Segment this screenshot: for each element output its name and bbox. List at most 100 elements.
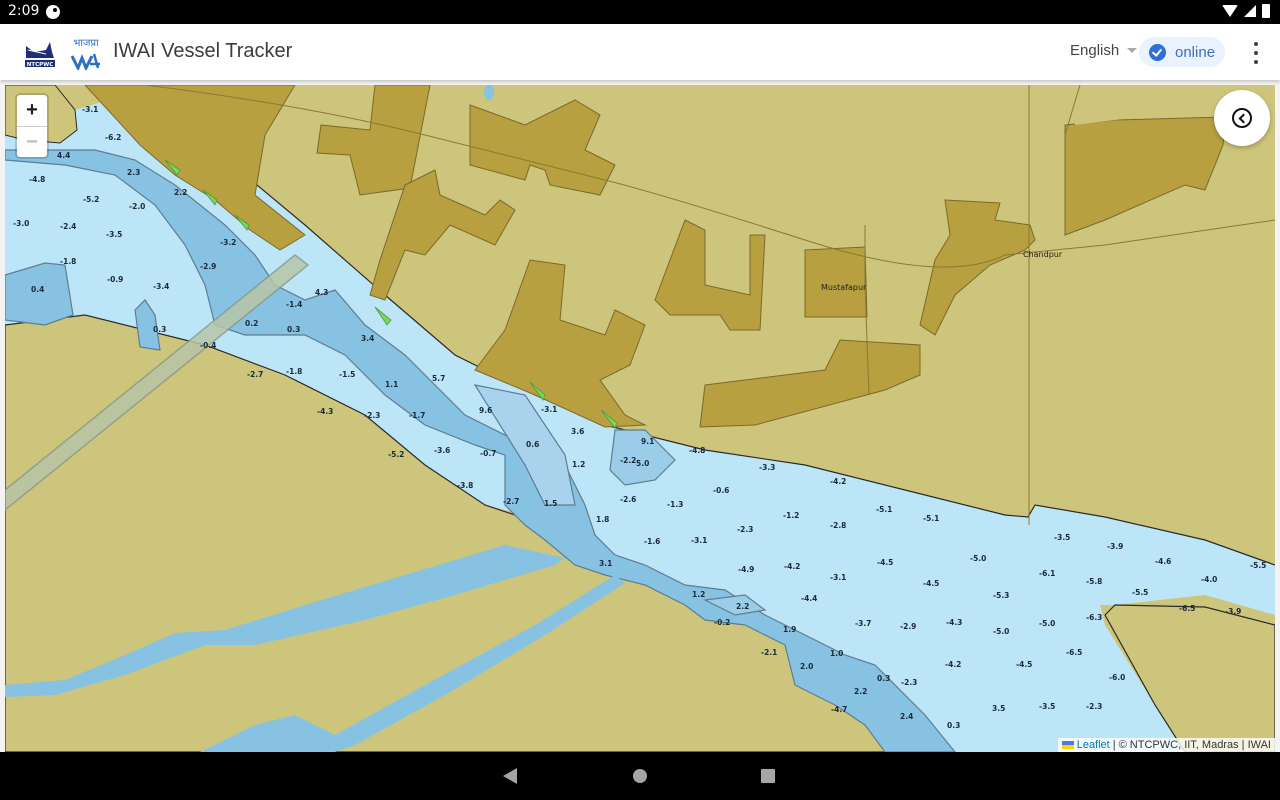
depth-sounding: -2.7: [247, 370, 263, 379]
status-time: 2:09: [8, 3, 40, 19]
depth-sounding: -1.3: [667, 500, 683, 509]
depth-sounding: -3.9: [1107, 542, 1123, 551]
depth-sounding: -3.1: [830, 573, 846, 582]
depth-sounding: 3.5: [992, 704, 1005, 713]
depth-sounding: -5.0: [1039, 619, 1055, 628]
dot: [1254, 60, 1258, 64]
dropdown-caret-icon: [1127, 48, 1138, 53]
depth-sounding: -1.8: [60, 257, 76, 266]
depth-sounding: -5.2: [388, 450, 404, 459]
depth-sounding: 0.3: [153, 325, 166, 334]
wifi-icon: [1222, 5, 1238, 17]
depth-sounding: -5.1: [923, 514, 939, 523]
zoom-in-button[interactable]: +: [17, 95, 47, 126]
depth-sounding: 0.6: [526, 440, 539, 449]
depth-sounding: 1.8: [596, 515, 609, 524]
depth-sounding: -0.7: [480, 449, 496, 458]
map-view[interactable]: -3.1 -6.2 4.4 -4.8 2.3 2.2 -5.2 -2.0 -3.0 -2.4 -3.…: [5, 85, 1275, 752]
depth-sounding: -2.0: [129, 202, 145, 211]
depth-sounding: -1.7: [409, 411, 425, 420]
depth-sounding: 9.1: [641, 437, 654, 446]
depth-sounding: -5.5: [1250, 561, 1266, 570]
depth-sounding: -2.6: [620, 495, 636, 504]
dot: [1254, 51, 1258, 55]
depth-sounding: -5.1: [876, 505, 892, 514]
depth-sounding: 5.7: [432, 374, 445, 383]
depth-sounding: 2.4: [900, 712, 913, 721]
depth-sounding: -1.2: [783, 511, 799, 520]
home-button[interactable]: [633, 769, 647, 783]
depth-sounding: -2.4: [60, 222, 76, 231]
depth-sounding: 3.4: [361, 334, 374, 343]
depth-sounding: -3.5: [1054, 533, 1070, 542]
depth-sounding: 2.2: [736, 602, 749, 611]
check-circle-icon: [1149, 43, 1166, 61]
depth-sounding: -4.3: [946, 618, 962, 627]
depth-sounding: -2.3: [364, 411, 380, 420]
nautical-chart[interactable]: -3.1 -6.2 4.4 -4.8 2.3 2.2 -5.2 -2.0 -3.0 -2.4 -3.…: [5, 85, 1275, 752]
connection-status-chip[interactable]: online: [1139, 37, 1225, 67]
depth-sounding: 0.3: [287, 325, 300, 334]
zoom-out-button[interactable]: −: [17, 126, 47, 157]
app-bar: NTCPWC भाजप्रा IWAI Vessel Tracker Engli…: [0, 24, 1280, 80]
depth-sounding: -2.9: [900, 622, 916, 631]
overflow-menu-button[interactable]: [1250, 42, 1262, 64]
depth-sounding: 3.6: [571, 427, 584, 436]
depth-sounding: -3.0: [13, 219, 29, 228]
recents-button[interactable]: [761, 769, 775, 783]
depth-sounding: 5.0: [636, 459, 649, 468]
depth-sounding: -1.6: [644, 537, 660, 546]
system-icons: [1222, 4, 1270, 18]
toggle-panel-button[interactable]: [1214, 90, 1270, 146]
place-label-mustafapur: Mustafapur: [821, 283, 867, 292]
place-label-chandpur: Chandpur: [1023, 250, 1063, 259]
depth-sounding: -4.2: [945, 660, 961, 669]
depth-sounding: -6.0: [1109, 673, 1125, 682]
depth-sounding: 9.6: [479, 406, 492, 415]
depth-sounding: -2.7: [503, 497, 519, 506]
svg-text:भाजप्रा: भाजप्रा: [73, 38, 99, 49]
depth-sounding: -4.8: [29, 175, 45, 184]
leaflet-link[interactable]: Leaflet: [1077, 738, 1110, 752]
depth-sounding: -4.2: [784, 562, 800, 571]
depth-sounding: -6.5: [1066, 648, 1082, 657]
android-nav-bar: [0, 752, 1280, 800]
depth-sounding: -6.3: [1086, 613, 1102, 622]
battery-icon: [1262, 4, 1270, 18]
depth-sounding: -3.4: [153, 282, 169, 291]
map-right-gutter: [1275, 85, 1280, 752]
svg-text:NTCPWC: NTCPWC: [27, 62, 54, 68]
depth-sounding: 0.4: [31, 285, 44, 294]
depth-sounding: -3.1: [82, 105, 98, 114]
depth-sounding: 4.3: [315, 288, 328, 297]
depth-sounding: 0.3: [877, 674, 890, 683]
depth-sounding: -4.4: [801, 594, 817, 603]
depth-sounding: -4.7: [831, 705, 847, 714]
status-bar: 2:09: [0, 0, 1280, 24]
depth-sounding: -3.1: [691, 536, 707, 545]
cell-signal-icon: [1244, 5, 1256, 17]
depth-sounding: 1.0: [830, 649, 843, 658]
depth-sounding: 1.5: [544, 499, 557, 508]
depth-sounding: -1.5: [339, 370, 355, 379]
depth-sounding: 0.2: [245, 319, 258, 328]
depth-sounding: -3.9: [1225, 607, 1241, 616]
depth-sounding: -4.2: [830, 477, 846, 486]
attribution-text: | © NTCPWC, IIT, Madras | IWAI: [1112, 739, 1271, 751]
dot: [1254, 42, 1258, 46]
iwai-logo: भाजप्रा: [70, 38, 100, 70]
depth-sounding: 1.9: [783, 625, 796, 634]
depth-sounding: -5.2: [83, 195, 99, 204]
depth-sounding: -2.3: [737, 525, 753, 534]
depth-sounding: -0.2: [714, 618, 730, 627]
depth-sounding: -3.5: [106, 230, 122, 239]
depth-sounding: -6.5: [1179, 604, 1195, 613]
depth-sounding: -3.7: [855, 619, 871, 628]
depth-sounding: -4.3: [317, 407, 333, 416]
language-selector[interactable]: English: [1070, 42, 1138, 59]
depth-sounding: -3.5: [1039, 702, 1055, 711]
language-label: English: [1070, 42, 1120, 59]
depth-sounding: -4.5: [877, 558, 893, 567]
depth-sounding: -5.8: [1086, 577, 1102, 586]
back-button[interactable]: [503, 768, 517, 784]
